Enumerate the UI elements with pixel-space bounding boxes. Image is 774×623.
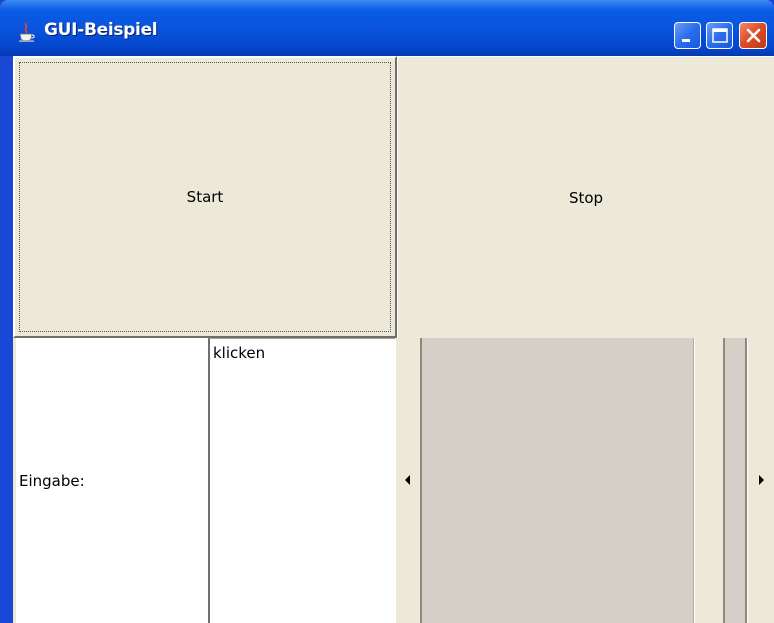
close-icon xyxy=(746,28,761,43)
scrollbar-track[interactable] xyxy=(694,338,725,623)
close-button[interactable] xyxy=(739,22,767,49)
window-title: GUI-Beispiel xyxy=(44,20,158,40)
input-label-text: Eingabe: xyxy=(19,471,85,490)
input-label: Eingabe: xyxy=(13,338,208,623)
maximize-icon xyxy=(712,28,728,43)
minimize-button[interactable] xyxy=(674,22,701,49)
minimize-icon xyxy=(682,39,690,42)
stop-button-label: Stop xyxy=(568,188,604,207)
scrollbar-track-end[interactable] xyxy=(725,338,747,623)
maximize-button[interactable] xyxy=(706,22,733,49)
horizontal-scrollbar[interactable] xyxy=(395,338,774,623)
arrow-left-icon xyxy=(405,475,410,485)
arrow-right-icon xyxy=(759,475,764,485)
client-area: Start Stop Eingabe: klicken xyxy=(13,56,774,623)
focus-rectangle xyxy=(19,62,391,332)
stop-button[interactable]: Stop xyxy=(397,56,774,338)
input-textfield-value: klicken xyxy=(213,344,266,362)
title-bar[interactable]: GUI-Beispiel xyxy=(0,0,774,56)
app-window: GUI-Beispiel Start Stop Eingabe: klicken xyxy=(0,0,774,623)
scroll-right-button[interactable] xyxy=(747,338,774,623)
start-button[interactable]: Start xyxy=(13,56,397,338)
input-textfield[interactable]: klicken xyxy=(208,338,395,623)
java-cup-icon xyxy=(19,22,35,42)
scrollbar-thumb[interactable] xyxy=(422,338,694,623)
scroll-left-button[interactable] xyxy=(395,338,422,623)
